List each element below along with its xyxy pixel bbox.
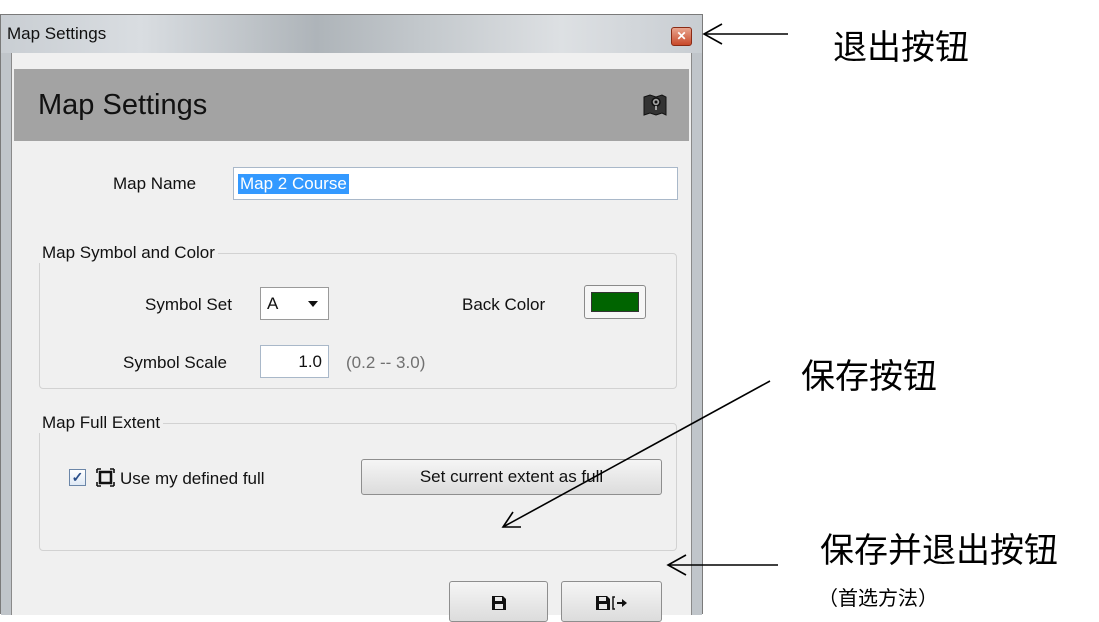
preferred-method-annotation: （首选方法） [818, 586, 938, 610]
save-exit-icon [596, 596, 627, 610]
full-extent-legend: Map Full Extent [39, 413, 164, 433]
exit-button-annotation: 退出按钮 [833, 28, 969, 68]
title-bar[interactable]: Map Settings ✕ [1, 15, 702, 53]
save-button[interactable] [449, 581, 548, 622]
symbol-set-select[interactable]: A [260, 287, 329, 320]
symbol-set-label: Symbol Set [145, 295, 232, 314]
symbol-scale-range: (0.2 -- 3.0) [346, 353, 426, 372]
chevron-down-icon [308, 301, 318, 307]
back-color-label: Back Color [462, 295, 546, 314]
map-name-input[interactable]: Map 2 Course [233, 167, 678, 200]
window-title: Map Settings [7, 24, 107, 43]
save-exit-button-annotation: 保存并退出按钮 [820, 531, 1058, 571]
exit-arrow [702, 23, 788, 45]
use-defined-full-label[interactable]: Use my defined full [120, 469, 265, 489]
symbol-set-value: A [267, 294, 279, 313]
dialog-content: Map Settings Map Name Map 2 Course Map S… [11, 53, 692, 622]
save-icon [492, 596, 506, 610]
symbol-scale-value: 1.0 [298, 352, 322, 371]
map-name-value: Map 2 Course [238, 174, 349, 194]
save-and-exit-button[interactable] [561, 581, 662, 622]
symbol-scale-input[interactable]: 1.0 [260, 345, 329, 378]
use-defined-full-checkbox[interactable]: ✓ [69, 469, 86, 486]
symbol-color-legend: Map Symbol and Color [39, 243, 218, 263]
map-name-label: Map Name [113, 174, 197, 193]
dialog-header-title: Map Settings [38, 89, 208, 121]
back-color-button[interactable] [584, 285, 646, 319]
back-color-swatch [591, 292, 639, 312]
window-frame-left [1, 53, 11, 615]
checkmark-icon: ✓ [71, 469, 84, 485]
save-button-annotation: 保存按钮 [801, 357, 937, 397]
window-frame-right [692, 53, 702, 615]
symbol-scale-label: Symbol Scale [123, 353, 227, 372]
close-button[interactable]: ✕ [671, 27, 692, 46]
map-icon [643, 94, 667, 116]
close-icon: ✕ [676, 29, 687, 43]
full-extent-icon [96, 468, 115, 487]
set-current-extent-button[interactable]: Set current extent as full [361, 459, 662, 495]
map-settings-window: Map Settings ✕ Map Settings Map Name Map… [0, 14, 703, 622]
dialog-header: Map Settings [14, 69, 689, 141]
